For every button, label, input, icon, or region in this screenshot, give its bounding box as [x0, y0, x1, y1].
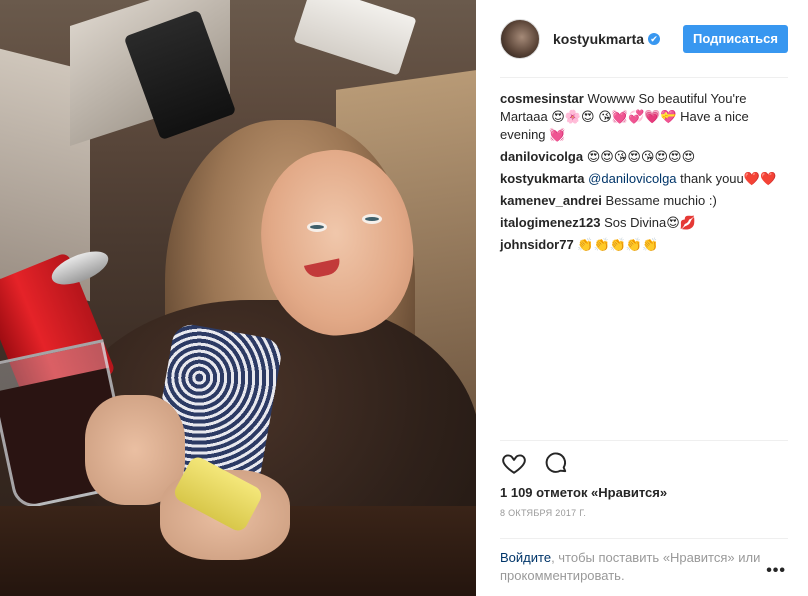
comment-text: thank youu❤️❤️ [680, 171, 777, 186]
comment-mention-link[interactable]: @danilovicolga [588, 171, 676, 186]
comment-text: 😍😍😘😍😘😍😍😍 [586, 149, 696, 164]
comment-text: Sos Divina😍💋 [604, 215, 696, 230]
comment-author-link[interactable]: danilovicolga [500, 149, 583, 164]
more-options-icon[interactable]: ••• [766, 562, 786, 580]
comment-author-link[interactable]: italogimenez123 [500, 215, 600, 230]
comment-item: italogimenez123 Sos Divina😍💋 [500, 214, 788, 232]
login-link[interactable]: Войдите [500, 550, 551, 565]
comments-list: cosmesinstar Wowww So beautiful You're M… [500, 78, 788, 440]
photo-eye-left [307, 222, 327, 232]
instagram-post: kostyukmarta ✔ Подписаться cosmesinstar … [0, 0, 808, 596]
comment-button[interactable] [542, 449, 570, 477]
comment-author-link[interactable]: kamenev_andrei [500, 193, 602, 208]
post-header: kostyukmarta ✔ Подписаться [500, 0, 788, 78]
avatar[interactable] [500, 18, 540, 59]
username-link[interactable]: kostyukmarta [553, 31, 644, 47]
comment-text: 👏👏👏👏👏 [577, 237, 659, 252]
speech-bubble-icon [545, 451, 567, 473]
likes-count[interactable]: 1 109 отметок «Нравится» [500, 485, 788, 500]
comment-author-link[interactable]: cosmesinstar [500, 91, 584, 106]
photo-air-conditioner [293, 0, 417, 76]
photo-eye-right [362, 214, 382, 224]
comment-text: Bessame muchio :) [605, 193, 717, 208]
comment-item: cosmesinstar Wowww So beautiful You're M… [500, 90, 788, 144]
comment-author-link[interactable]: johnsidor77 [500, 237, 574, 252]
post-date: 8 ОКТЯБРЯ 2017 Г. [500, 508, 587, 518]
follow-button[interactable]: Подписаться [682, 24, 788, 53]
comment-item: danilovicolga 😍😍😘😍😘😍😍😍 [500, 148, 788, 166]
comment-item: kostyukmarta @danilovicolga thank youu❤️… [500, 170, 788, 188]
heart-outline-icon [502, 453, 526, 474]
post-side-panel: kostyukmarta ✔ Подписаться cosmesinstar … [476, 0, 808, 596]
comment-item: kamenev_andrei Bessame muchio :) [500, 192, 788, 210]
comment-item: johnsidor77 👏👏👏👏👏 [500, 236, 788, 254]
post-photo[interactable] [0, 0, 476, 596]
login-prompt: Войдите, чтобы поставить «Нравится» или … [500, 538, 788, 585]
comment-author-link[interactable]: kostyukmarta [500, 171, 585, 186]
verified-badge-icon: ✔ [648, 32, 661, 45]
action-bar [500, 440, 788, 484]
like-button[interactable] [500, 449, 528, 477]
